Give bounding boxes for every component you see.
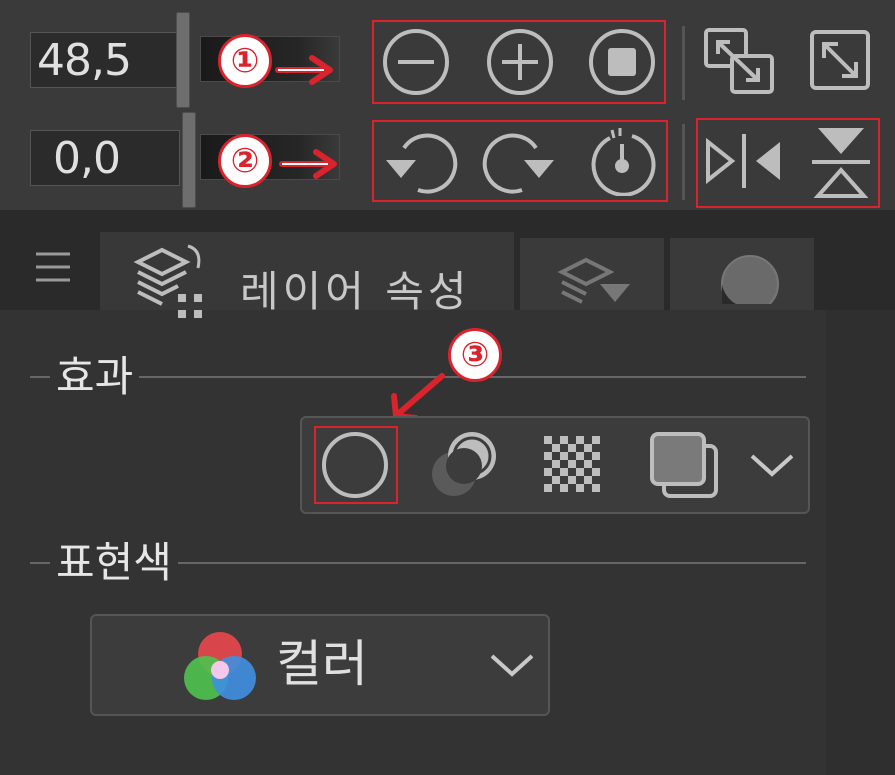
toolbar-separator (682, 26, 685, 100)
fit-to-window-icon[interactable] (702, 26, 776, 96)
rotate-left-icon[interactable] (382, 124, 458, 196)
scale-value-field[interactable]: 48,5 (30, 32, 180, 88)
expression-color-selected: 컬러 (276, 635, 368, 693)
layer-search-icon (557, 257, 630, 304)
annotation-badge-1: ① (218, 34, 272, 88)
border-effect-icon[interactable] (426, 428, 502, 500)
panel-scrollbar[interactable] (826, 310, 895, 775)
flip-horizontal-icon[interactable] (702, 128, 786, 194)
annotation-arrow-right-icon (279, 149, 337, 179)
actual-size-icon[interactable] (586, 26, 658, 98)
color-circle-icon (721, 255, 779, 304)
no-effect-circle-icon[interactable] (318, 430, 392, 500)
annotation-arrow-right-icon (275, 55, 333, 85)
rotation-value: 0,0 (53, 133, 121, 184)
toolbar-separator (682, 124, 685, 200)
rotate-right-icon[interactable] (482, 124, 558, 196)
rotation-value-field[interactable]: 0,0 (30, 130, 180, 186)
zoom-out-icon[interactable] (380, 26, 452, 98)
chevron-down-icon[interactable] (748, 448, 796, 482)
fit-to-screen-icon[interactable] (808, 28, 872, 92)
rotation-slider-handle[interactable] (182, 112, 196, 208)
zoom-in-icon[interactable] (484, 26, 556, 98)
scale-slider-handle[interactable] (176, 12, 190, 108)
chevron-down-icon (490, 654, 534, 677)
expression-color-section-label: 표현색 (50, 538, 178, 588)
scale-value: 48,5 (37, 35, 132, 86)
layer-color-effect-icon[interactable] (648, 430, 722, 502)
tone-effect-icon[interactable] (540, 432, 606, 498)
tab-layer-property-label: 레이어 속성 (240, 267, 471, 316)
hamburger-icon[interactable] (34, 250, 72, 284)
effect-section-label: 효과 (50, 352, 140, 402)
annotation-badge-3: ③ (448, 328, 502, 382)
reset-rotation-icon[interactable] (584, 124, 660, 196)
rgb-color-icon (184, 632, 256, 700)
layer-property-icon (133, 244, 202, 318)
annotation-badge-2: ② (218, 134, 272, 188)
flip-vertical-icon[interactable] (808, 122, 874, 202)
